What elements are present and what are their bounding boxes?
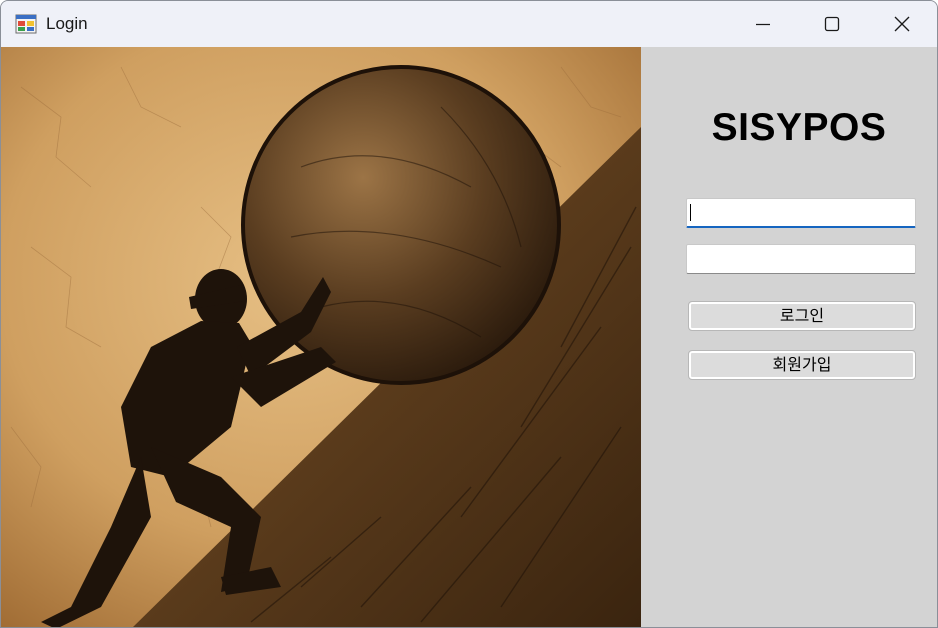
window-title: Login bbox=[46, 14, 88, 33]
minimize-button[interactable] bbox=[728, 1, 798, 47]
login-panel: SISYPOS 로그인 회원가입 bbox=[641, 47, 937, 627]
login-window: Login SISYPOS 로그인 회원가입 bbox=[0, 0, 938, 628]
username-input[interactable] bbox=[686, 198, 916, 228]
password-input[interactable] bbox=[686, 244, 916, 274]
maximize-icon bbox=[824, 16, 840, 32]
brand-title: SISYPOS bbox=[711, 106, 887, 149]
title-bar[interactable]: Login bbox=[1, 1, 937, 47]
minimize-icon bbox=[756, 23, 770, 26]
login-button[interactable]: 로그인 bbox=[688, 301, 916, 331]
maximize-button[interactable] bbox=[797, 1, 867, 47]
close-icon bbox=[894, 16, 910, 32]
app-form-icon bbox=[15, 14, 37, 34]
sisyphus-illustration bbox=[1, 47, 641, 627]
close-button[interactable] bbox=[867, 1, 937, 47]
signup-button[interactable]: 회원가입 bbox=[688, 350, 916, 380]
text-caret bbox=[690, 204, 691, 221]
